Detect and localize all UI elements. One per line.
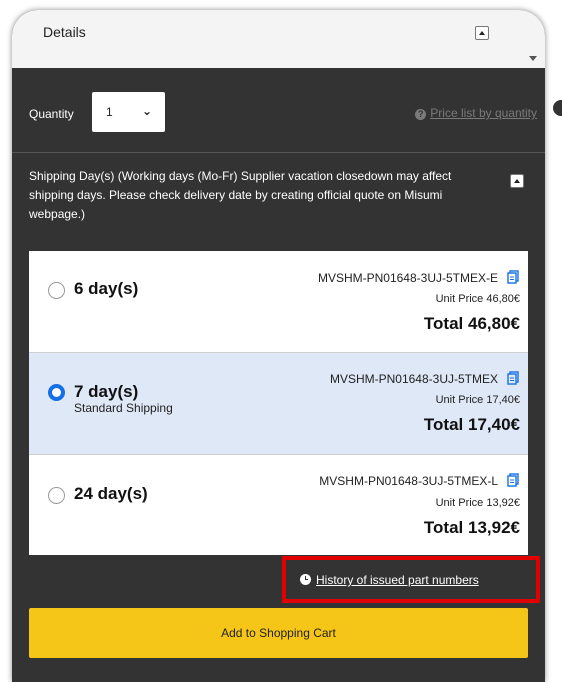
quantity-select[interactable]: 1 ⌄ xyxy=(92,92,165,132)
unit-price: Unit Price 46,80€ xyxy=(435,293,520,305)
shipping-collapse-button[interactable] xyxy=(510,174,524,188)
history-link[interactable]: History of issued part numbers xyxy=(300,573,479,587)
history-label: History of issued part numbers xyxy=(316,573,479,587)
unit-price: Unit Price 13,92€ xyxy=(435,497,520,509)
total-price: Total 13,92€ xyxy=(423,518,520,537)
part-number: MVSHM-PN01648-3UJ-5TMEX-E xyxy=(317,271,498,285)
option-days: 24 day(s) xyxy=(74,484,148,503)
details-collapse-button[interactable] xyxy=(475,26,489,40)
product-details-panel: Details Quantity 1 ⌄ ? Price list by quan… xyxy=(12,10,545,682)
copy-icon[interactable] xyxy=(506,473,520,487)
radio-button[interactable] xyxy=(48,487,65,504)
copy-icon[interactable] xyxy=(506,270,520,284)
shipping-options-list: 6 day(s) MVSHM-PN01648-3UJ-5TMEX-E Unit … xyxy=(29,251,528,555)
option-days: 6 day(s) xyxy=(74,279,139,298)
section-divider xyxy=(12,152,545,153)
shipping-option-6-days[interactable]: 6 day(s) MVSHM-PN01648-3UJ-5TMEX-E Unit … xyxy=(29,251,528,352)
quantity-label: Quantity xyxy=(29,107,74,121)
add-to-cart-button[interactable]: Add to Shopping Cart xyxy=(29,608,528,658)
quantity-value: 1 xyxy=(106,105,113,119)
shipping-option-7-days[interactable]: 7 day(s) Standard Shipping MVSHM-PN01648… xyxy=(29,352,528,454)
price-list-label: Price list by quantity xyxy=(430,106,537,120)
total-price: Total 46,80€ xyxy=(423,314,520,333)
shipping-option-24-days[interactable]: 24 day(s) MVSHM-PN01648-3UJ-5TMEX-L Unit… xyxy=(29,454,528,555)
details-header: Details xyxy=(12,10,545,68)
part-number: MVSHM-PN01648-3UJ-5TMEX-L xyxy=(319,474,498,488)
price-list-link[interactable]: ? Price list by quantity xyxy=(415,106,537,120)
copy-icon[interactable] xyxy=(506,371,520,385)
collapse-up-icon xyxy=(479,31,485,35)
part-number: MVSHM-PN01648-3UJ-5TMEX xyxy=(329,372,498,386)
option-days: 7 day(s) xyxy=(74,382,139,401)
option-sublabel: Standard Shipping xyxy=(74,401,173,415)
unit-price: Unit Price 17,40€ xyxy=(435,394,520,406)
collapse-up-icon xyxy=(514,179,520,183)
total-price: Total 17,40€ xyxy=(423,415,520,434)
clock-icon xyxy=(300,574,311,585)
question-icon: ? xyxy=(415,109,427,120)
shipping-description: Shipping Day(s) (Working days (Mo-Fr) Su… xyxy=(29,169,452,221)
scroll-down-arrow[interactable] xyxy=(529,56,537,61)
history-highlight-box: History of issued part numbers xyxy=(282,556,540,603)
details-title: Details xyxy=(43,24,86,40)
radio-button-selected[interactable] xyxy=(48,384,65,401)
side-tab[interactable] xyxy=(553,100,562,116)
chevron-down-icon: ⌄ xyxy=(142,104,153,118)
radio-button[interactable] xyxy=(48,282,65,299)
